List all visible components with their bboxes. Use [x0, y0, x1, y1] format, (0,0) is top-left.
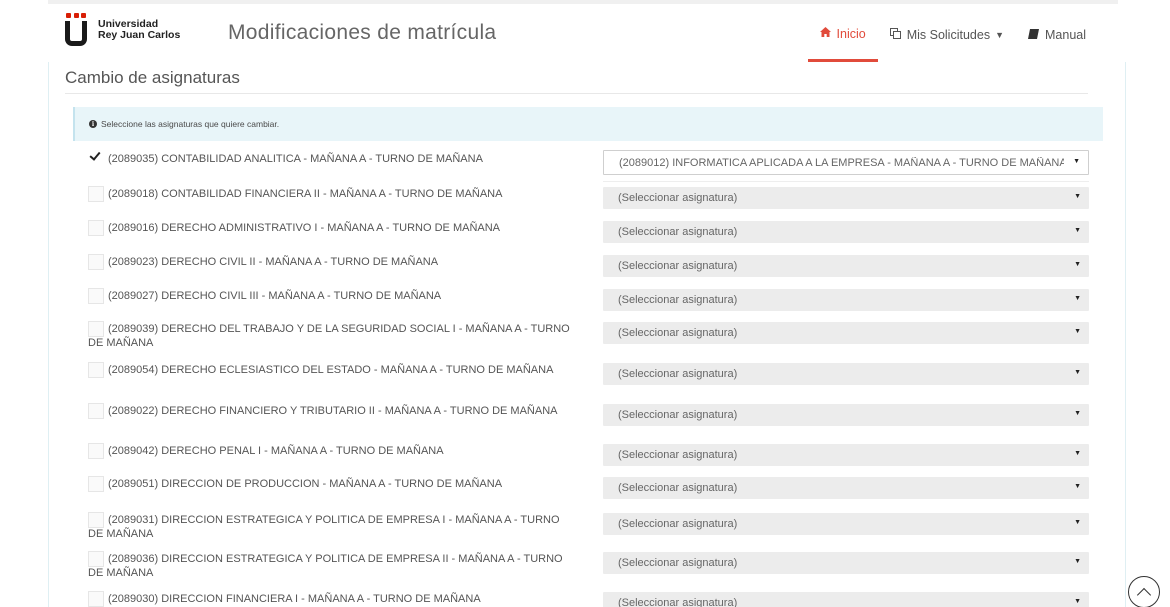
subject-label: (2089054) DERECHO ECLESIASTICO DEL ESTAD…: [108, 364, 554, 376]
replacement-subject-select[interactable]: (Seleccionar asignatura) ▼: [603, 187, 1089, 209]
title-divider: [65, 93, 1088, 94]
app-title: Modificaciones de matrícula: [228, 21, 497, 44]
nav-inicio[interactable]: Inicio: [807, 8, 878, 62]
main-nav: Inicio Mis Solicitudes ▼ Manual: [807, 8, 1098, 62]
info-circle-icon: i: [89, 120, 97, 128]
caret-down-icon: ▼: [1074, 369, 1081, 376]
subject-label: (2089051) DIRECCION DE PRODUCCION - MAÑA…: [108, 478, 503, 490]
top-navbar: Universidad Rey Juan Carlos Modificacion…: [48, 0, 1118, 62]
subject-label: (2089035) CONTABILIDAD ANALITICA - MAÑAN…: [108, 153, 483, 165]
subject-label: (2089027) DERECHO CIVIL III - MAÑANA A -…: [108, 290, 442, 302]
subject-label: (2089022) DERECHO FINANCIERO Y TRIBUTARI…: [108, 405, 558, 417]
replacement-subject-value: (Seleccionar asignatura): [618, 482, 738, 494]
caret-down-icon: ▼: [1074, 328, 1081, 335]
info-alert: i Seleccione las asignaturas que quiere …: [73, 107, 1103, 141]
page-title: Cambio de asignaturas: [65, 68, 240, 87]
replacement-subject-value: (2089012) INFORMATICA APLICADA A LA EMPR…: [619, 156, 1064, 169]
nav-mis-solicitudes[interactable]: Mis Solicitudes ▼: [878, 8, 1016, 62]
copy-icon: [889, 28, 901, 42]
replacement-subject-value: (Seleccionar asignatura): [618, 327, 738, 339]
home-icon: [819, 27, 831, 40]
subject-label: (2089031) DIRECCION ESTRATEGICA Y POLITI…: [88, 514, 560, 540]
info-alert-text: Seleccione las asignaturas que quiere ca…: [101, 119, 280, 129]
replacement-subject-select[interactable]: (Seleccionar asignatura) ▼: [603, 477, 1089, 499]
subject-label: (2089039) DERECHO DEL TRABAJO Y DE LA SE…: [88, 323, 570, 349]
caret-down-icon: ▼: [1074, 598, 1081, 605]
caret-down-icon: ▼: [1074, 483, 1081, 490]
nav-inicio-label: Inicio: [836, 26, 866, 41]
nav-manual-label: Manual: [1045, 28, 1086, 42]
row-divider: [603, 181, 1089, 182]
university-name-line2: Rey Juan Carlos: [98, 29, 181, 41]
replacement-subject-select[interactable]: (Seleccionar asignatura) ▼: [603, 363, 1089, 385]
caret-down-icon: ▼: [1074, 519, 1081, 526]
replacement-subject-value: (Seleccionar asignatura): [618, 260, 738, 272]
replacement-subject-select[interactable]: (Seleccionar asignatura) ▼: [603, 289, 1089, 311]
book-icon: [1028, 28, 1039, 42]
subject-label: (2089023) DERECHO CIVIL II - MAÑANA A - …: [108, 256, 439, 268]
replacement-subject-select[interactable]: (Seleccionar asignatura) ▼: [603, 592, 1089, 607]
caret-down-icon: ▼: [1074, 261, 1081, 268]
caret-down-icon: ▼: [1074, 193, 1081, 200]
subject-label: (2089042) DERECHO PENAL I - MAÑANA A - T…: [108, 445, 444, 457]
caret-down-icon: ▼: [1074, 450, 1081, 457]
replacement-subject-select[interactable]: (Seleccionar asignatura) ▼: [603, 404, 1089, 426]
replacement-subject-value: (Seleccionar asignatura): [618, 449, 738, 461]
replacement-subject-value: (Seleccionar asignatura): [618, 368, 738, 380]
chevron-up-icon: [1136, 587, 1152, 602]
replacement-subject-select[interactable]: (Seleccionar asignatura) ▼: [603, 255, 1089, 277]
nav-mis-solicitudes-label: Mis Solicitudes: [906, 28, 991, 42]
replacement-subject-value: (Seleccionar asignatura): [618, 226, 738, 238]
caret-down-icon: ▼: [995, 30, 1004, 40]
replacement-subject-value: (Seleccionar asignatura): [618, 557, 738, 569]
urjc-logo-mark: [65, 13, 87, 47]
university-logo[interactable]: Universidad Rey Juan Carlos: [65, 13, 180, 47]
subject-label: (2089016) DERECHO ADMINISTRATIVO I - MAÑ…: [108, 222, 501, 234]
replacement-subject-value: (Seleccionar asignatura): [618, 192, 738, 204]
replacement-subject-value: (Seleccionar asignatura): [618, 409, 738, 421]
caret-down-icon: ▼: [1074, 558, 1081, 565]
subject-label: (2089018) CONTABILIDAD FINANCIERA II - M…: [108, 188, 503, 200]
caret-down-icon: ▼: [1073, 157, 1080, 165]
replacement-subject-value: (Seleccionar asignatura): [618, 597, 738, 607]
replacement-subject-value: (Seleccionar asignatura): [618, 518, 738, 530]
nav-manual[interactable]: Manual: [1016, 8, 1098, 62]
university-name: Universidad Rey Juan Carlos: [98, 19, 180, 41]
subject-label: (2089036) DIRECCION ESTRATEGICA Y POLITI…: [88, 553, 563, 579]
replacement-subject-select[interactable]: (Seleccionar asignatura) ▼: [603, 552, 1089, 574]
replacement-subject-select[interactable]: (Seleccionar asignatura) ▼: [603, 221, 1089, 243]
replacement-subject-select[interactable]: (2089012) INFORMATICA APLICADA A LA EMPR…: [603, 150, 1089, 175]
caret-down-icon: ▼: [1074, 295, 1081, 302]
subject-label: (2089030) DIRECCION FINANCIERA I - MAÑAN…: [108, 593, 481, 605]
caret-down-icon: ▼: [1074, 227, 1081, 234]
replacement-subject-select[interactable]: (Seleccionar asignatura) ▼: [603, 444, 1089, 466]
replacement-subject-select[interactable]: (Seleccionar asignatura) ▼: [603, 513, 1089, 535]
replacement-subject-value: (Seleccionar asignatura): [618, 294, 738, 306]
scroll-to-top-button[interactable]: [1128, 576, 1160, 607]
caret-down-icon: ▼: [1074, 410, 1081, 417]
replacement-subject-select[interactable]: (Seleccionar asignatura) ▼: [603, 322, 1089, 344]
